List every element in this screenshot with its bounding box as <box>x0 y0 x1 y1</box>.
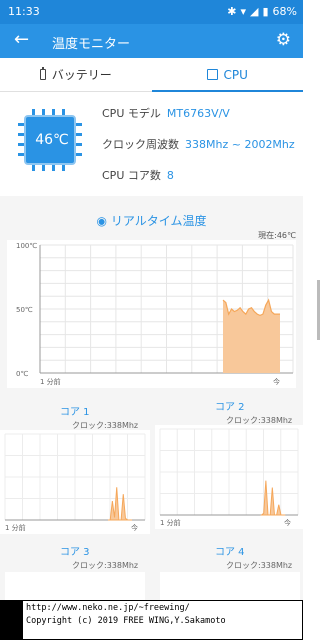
cpu-model-value: MT6763V/V <box>166 107 230 120</box>
realtime-title: ◉ リアルタイム温度 <box>0 212 303 229</box>
cpu-info-card: 46℃ CPU モデル MT6763V/V クロック周波数 338Mhz ~ 200… <box>0 93 303 193</box>
core3-title: コア 3 <box>60 547 90 558</box>
core1-chart: 1 分前 今 <box>0 430 150 534</box>
x-tick-label: 今 <box>273 377 280 386</box>
x-tick-label: 1 分前 <box>5 523 26 532</box>
x-tick-label: 今 <box>131 523 138 532</box>
page-title: 温度モニター <box>52 37 131 52</box>
app-bar: ← 温度モニター ⚙ <box>0 24 303 58</box>
signal-icon: ◢ <box>250 5 259 18</box>
tab-cpu-label: CPU <box>223 67 248 82</box>
footer-url[interactable]: http://www.neko.ne.jp/~freewing/ <box>26 602 299 615</box>
cpu-icon <box>206 69 218 80</box>
core2-chart: 1 分前 今 <box>155 425 303 529</box>
battery-percent: 68% <box>272 5 297 18</box>
tab-battery-label: バッテリー <box>51 68 112 82</box>
y-tick-label: 50℃ <box>16 306 33 314</box>
wifi-icon: ▾ <box>240 5 247 18</box>
y-tick-label: 100℃ <box>16 242 37 250</box>
core4-chart-partial <box>160 572 300 600</box>
bluetooth-icon: ✱ <box>227 5 237 18</box>
x-tick-label: 1 分前 <box>40 377 61 386</box>
tab-battery[interactable]: バッテリー <box>0 58 152 91</box>
core1-title: コア 1 <box>60 407 90 418</box>
core4-title: コア 4 <box>215 547 245 558</box>
footer-copyright: Copyright (c) 2019 FREE WING,Y.Sakamoto <box>26 616 226 626</box>
battery-icon: ▮ <box>262 5 269 18</box>
tab-cpu[interactable]: CPU <box>151 58 304 92</box>
cpu-cores-value: 8 <box>166 169 174 182</box>
status-bar: 11:33 ✱ ▾ ◢ ▮ 68% <box>0 0 303 24</box>
cpu-temperature: 46℃ <box>35 132 69 148</box>
status-icons: ✱ ▾ ◢ ▮ 68% <box>227 5 297 18</box>
footer-black-bar <box>0 600 22 640</box>
x-tick-label: 今 <box>284 518 291 527</box>
cpu-clock-value: 338Mhz ~ 2002Mhz <box>185 138 295 151</box>
cpu-model-row: CPU モデル MT6763V/V <box>102 105 230 121</box>
core3-clock: クロック:338Mhz <box>72 561 139 570</box>
tab-bar: バッテリー CPU <box>0 58 303 92</box>
cpu-clock-label: クロック周波数 <box>102 138 179 151</box>
battery-icon <box>39 67 46 80</box>
core2-title: コア 2 <box>215 402 245 413</box>
copyright-footer: http://www.neko.ne.jp/~freewing/ Copyrig… <box>22 600 303 640</box>
cpu-model-label: CPU モデル <box>102 107 161 120</box>
back-arrow-icon[interactable]: ← <box>14 30 29 50</box>
cpu-cores-label: CPU コア数 <box>102 169 161 182</box>
core4-clock: クロック:338Mhz <box>226 561 293 570</box>
realtime-temperature-chart: 100℃ 50℃ 0℃ 1 分前 今 <box>7 240 296 388</box>
cpu-cores-row: CPU コア数 8 <box>102 167 174 183</box>
status-time: 11:33 <box>8 5 40 18</box>
cpu-chip-icon: 46℃ <box>18 109 82 171</box>
x-tick-label: 1 分前 <box>160 518 181 527</box>
thermometer-icon: ◉ <box>96 214 107 228</box>
cpu-clock-row: クロック周波数 338Mhz ~ 2002Mhz <box>102 136 295 152</box>
realtime-title-text: リアルタイム温度 <box>110 214 207 228</box>
y-tick-label: 0℃ <box>16 370 28 378</box>
gear-icon[interactable]: ⚙ <box>276 30 291 50</box>
core3-chart-partial <box>5 572 145 600</box>
